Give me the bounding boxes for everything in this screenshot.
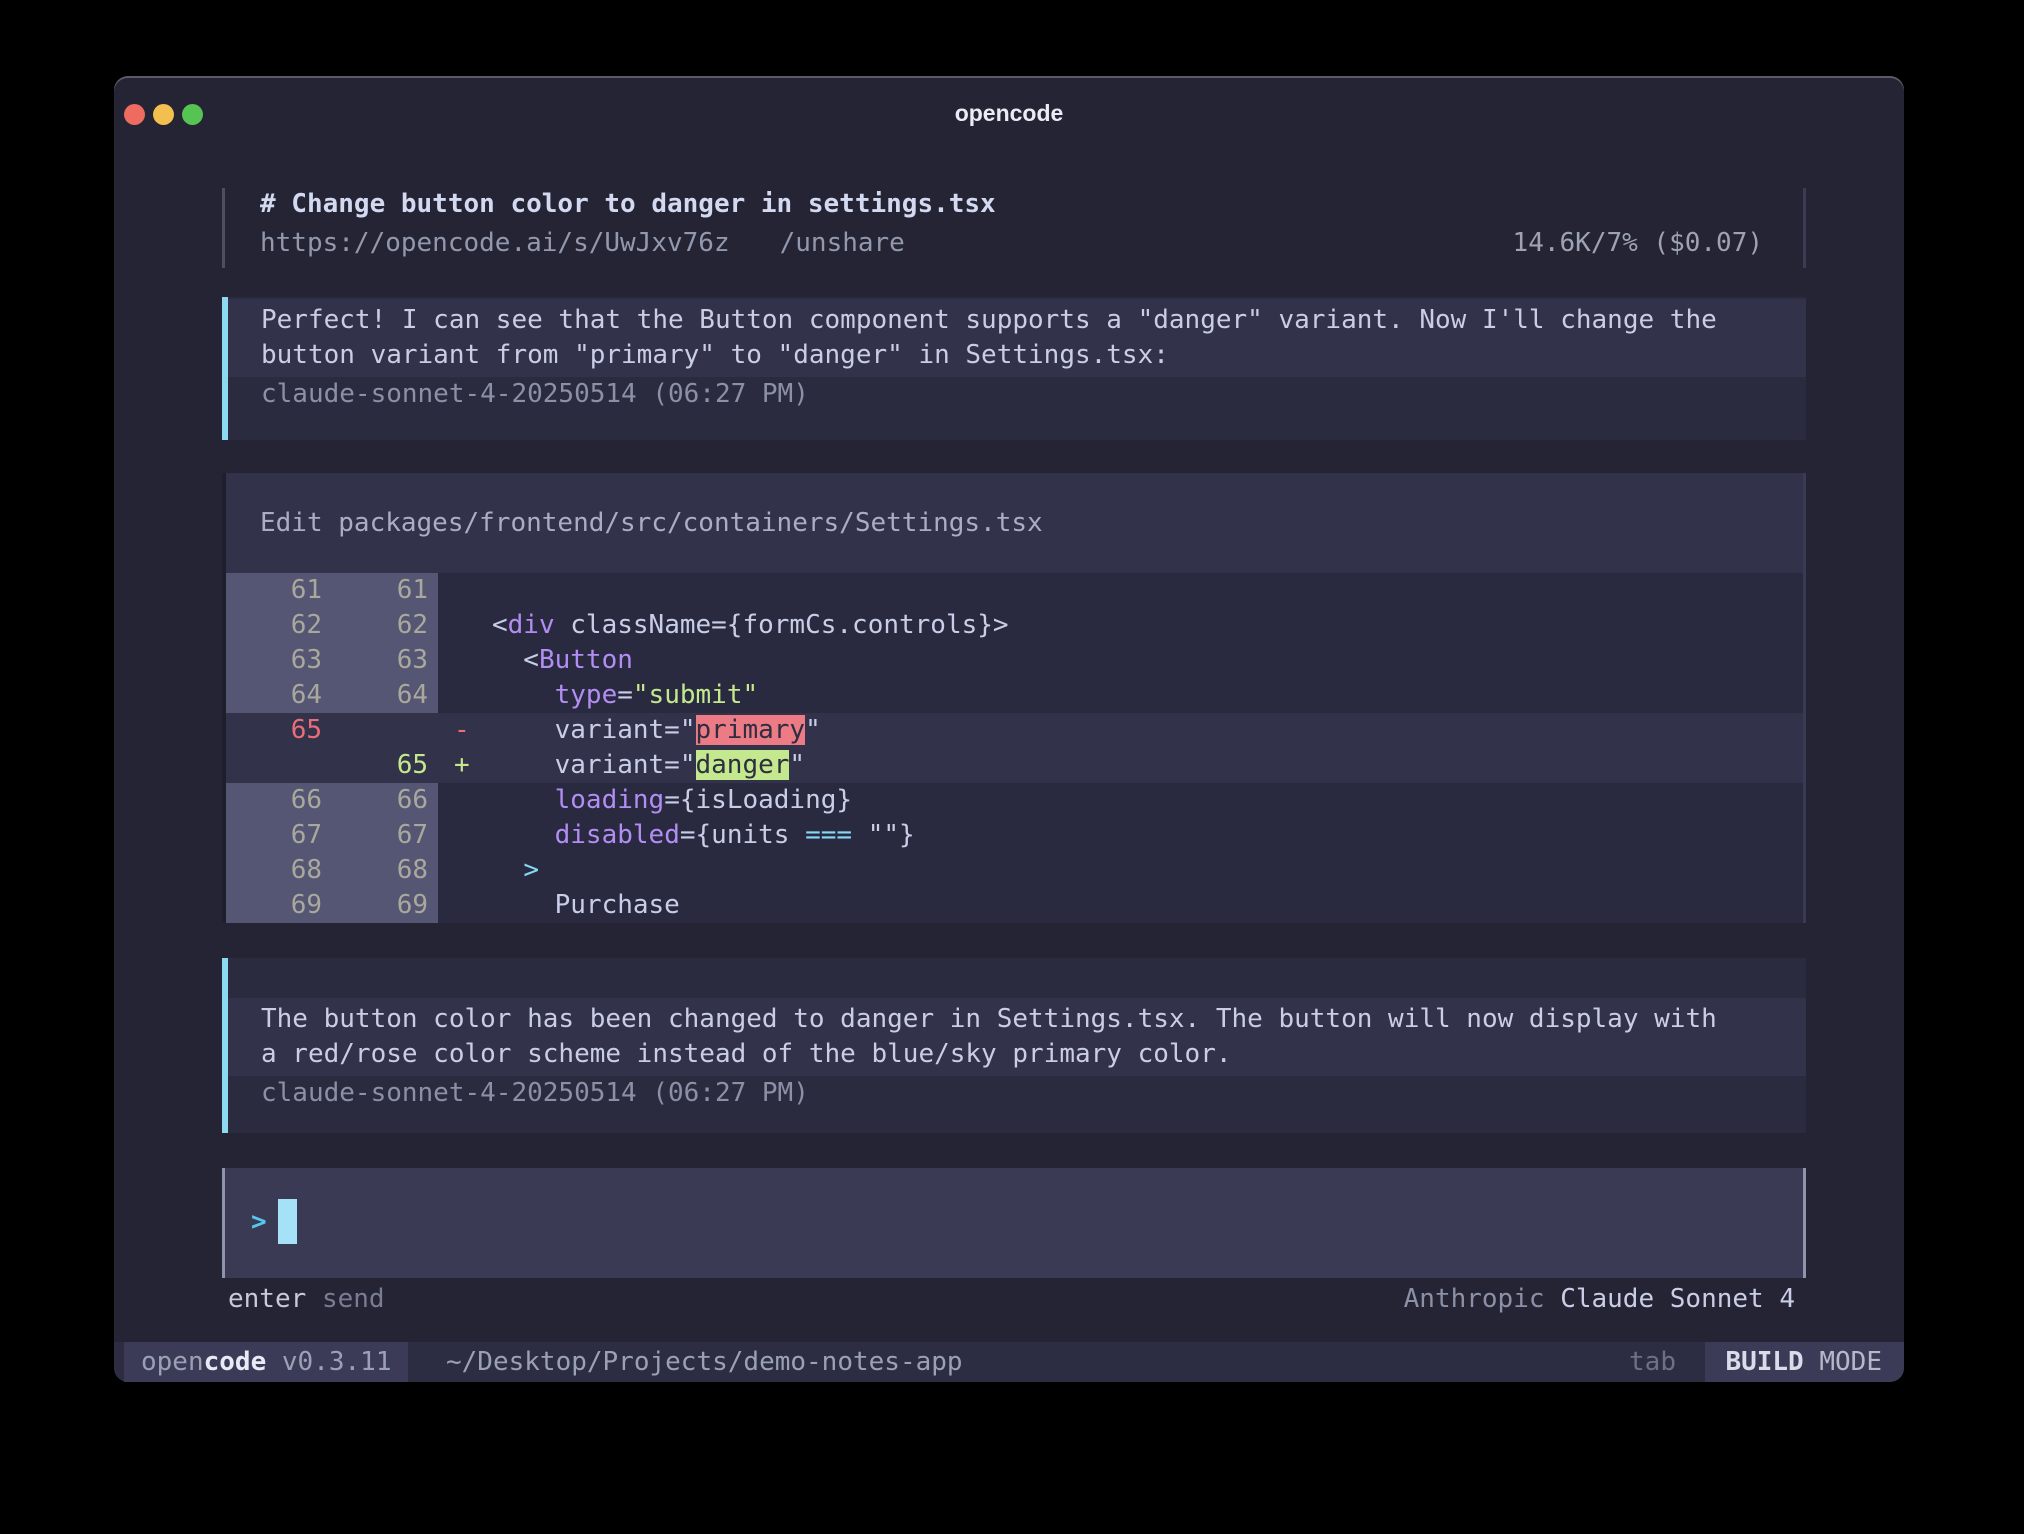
send-hint: enter send <box>228 1282 385 1317</box>
app-name-bold: code <box>204 1347 267 1377</box>
text-cursor <box>278 1199 297 1244</box>
code-line: type="submit" <box>482 678 1803 713</box>
old-line-number: 66 <box>226 783 332 818</box>
session-header: # Change button color to danger in setti… <box>222 188 1806 268</box>
code-line: Purchase <box>482 888 1803 923</box>
code-line: disabled={units === ""} <box>482 818 1803 853</box>
message-input[interactable]: > <box>222 1168 1806 1278</box>
unshare-command[interactable]: /unshare <box>780 228 905 258</box>
mode-primary: BUILD <box>1725 1347 1803 1377</box>
session-share-line: https://opencode.ai/s/UwJxv76z/unshare <box>260 228 905 258</box>
diff-row: 6464 type="submit" <box>226 678 1803 713</box>
diff-marker: - <box>438 713 482 748</box>
diff-row: 6666 loading={isLoading} <box>226 783 1803 818</box>
assistant-message: Perfect! I can see that the Button compo… <box>222 297 1806 440</box>
context-stats: 14.6K/7% ($0.07) <box>1513 228 1763 258</box>
old-line-number: 63 <box>226 643 332 678</box>
code-line: <div className={formCs.controls}> <box>482 608 1803 643</box>
session-title: # Change button color to danger in setti… <box>260 189 996 219</box>
diff-marker <box>438 783 482 818</box>
diff-marker <box>438 643 482 678</box>
enter-key-hint: enter <box>228 1284 306 1314</box>
old-line-number: 65 <box>226 713 332 748</box>
code-line: <Button <box>482 643 1803 678</box>
new-line-number <box>332 713 438 748</box>
diff-marker <box>438 573 482 608</box>
mode-secondary-label: MODE <box>1819 1347 1882 1377</box>
version-number: v0.3.11 <box>282 1347 392 1377</box>
diff-row: 6969 Purchase <box>226 888 1803 923</box>
new-line-number: 61 <box>332 573 438 608</box>
diff-row: 65 - variant="primary" <box>226 713 1803 748</box>
diff-row: 65+ variant="danger" <box>226 748 1803 783</box>
diff-row: 6262 <div className={formCs.controls}> <box>226 608 1803 643</box>
new-line-number: 62 <box>332 608 438 643</box>
assistant-message-text: The button color has been changed to dan… <box>228 998 1806 1076</box>
model-info: claude-sonnet-4-20250514 (06:27 PM) <box>261 377 1806 412</box>
old-line-number: 62 <box>226 608 332 643</box>
send-action-label: send <box>322 1284 385 1314</box>
diff-marker: + <box>438 748 482 783</box>
hints-row: enter send Anthropic Claude Sonnet 4 <box>228 1282 1795 1317</box>
working-directory: ~/Desktop/Projects/demo-notes-app <box>446 1342 963 1382</box>
input-prompt: > <box>251 1207 267 1237</box>
diff-marker <box>438 818 482 853</box>
input-line: > <box>251 1199 297 1244</box>
diff-marker <box>438 608 482 643</box>
window-title: opencode <box>114 100 1904 127</box>
old-line-number: 67 <box>226 818 332 853</box>
app-name-normal: open <box>141 1347 204 1377</box>
opencode-window: opencode # Change button color to danger… <box>114 76 1904 1382</box>
model-name: Claude Sonnet 4 <box>1560 1284 1795 1314</box>
status-bar: opencode v0.3.11 ~/Desktop/Projects/demo… <box>114 1342 1904 1382</box>
new-line-number: 68 <box>332 853 438 888</box>
diff-row: 6363 <Button <box>226 643 1803 678</box>
old-line-number: 64 <box>226 678 332 713</box>
tab-key-hint: tab <box>1629 1342 1676 1382</box>
old-line-number: 68 <box>226 853 332 888</box>
old-line-number: 69 <box>226 888 332 923</box>
diff-marker <box>438 853 482 888</box>
code-line: loading={isLoading} <box>482 783 1803 818</box>
new-line-number: 64 <box>332 678 438 713</box>
share-url[interactable]: https://opencode.ai/s/UwJxv76z <box>260 228 730 258</box>
assistant-message: The button color has been changed to dan… <box>222 958 1806 1133</box>
old-line-number <box>226 748 332 783</box>
diff-row: 6868 > <box>226 853 1803 888</box>
assistant-message-text: Perfect! I can see that the Button compo… <box>228 299 1806 377</box>
diff-row: 6161 <box>226 573 1803 608</box>
diff-view: 61616262 <div className={formCs.controls}… <box>226 573 1803 923</box>
old-line-number: 61 <box>226 573 332 608</box>
code-line: variant="danger" <box>482 748 1803 783</box>
new-line-number: 66 <box>332 783 438 818</box>
edit-tool-card: Edit packages/frontend/src/containers/Se… <box>222 473 1806 923</box>
provider-name: Anthropic <box>1404 1284 1545 1314</box>
new-line-number: 63 <box>332 643 438 678</box>
diff-row: 6767 disabled={units === ""} <box>226 818 1803 853</box>
app-version-chip: opencode v0.3.11 <box>124 1342 408 1382</box>
code-line <box>482 573 1803 608</box>
window-titlebar: opencode <box>114 76 1904 146</box>
app-version <box>266 1347 282 1377</box>
new-line-number: 69 <box>332 888 438 923</box>
model-info: claude-sonnet-4-20250514 (06:27 PM) <box>261 1076 1806 1111</box>
code-line: > <box>482 853 1803 888</box>
build-mode-chip: BUILD MODE <box>1705 1342 1904 1382</box>
diff-marker <box>438 678 482 713</box>
diff-marker <box>438 888 482 923</box>
edit-tool-title: Edit packages/frontend/src/containers/Se… <box>226 473 1803 573</box>
model-indicator: Anthropic Claude Sonnet 4 <box>1404 1282 1795 1317</box>
new-line-number: 67 <box>332 818 438 853</box>
mode-secondary <box>1804 1347 1820 1377</box>
code-line: variant="primary" <box>482 713 1803 748</box>
new-line-number: 65 <box>332 748 438 783</box>
